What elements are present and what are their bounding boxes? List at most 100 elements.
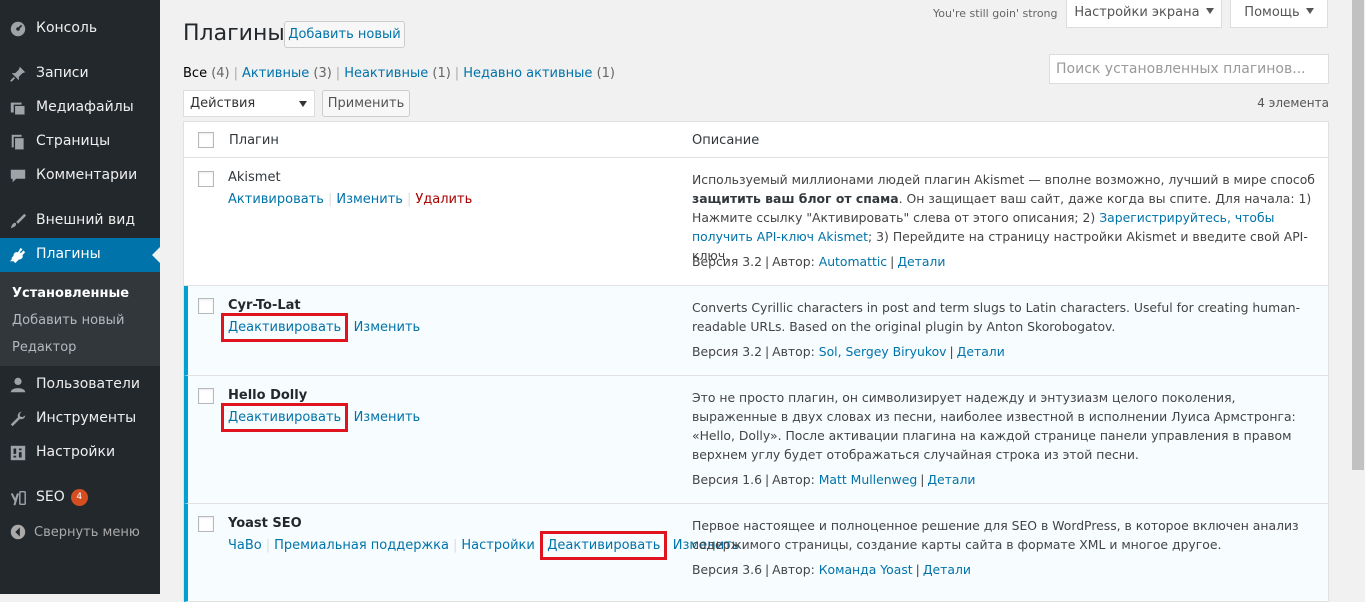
sidebar-item-label: Плагины (36, 246, 101, 262)
row-checkbox[interactable] (198, 298, 214, 314)
author-link[interactable]: Команда Yoast (819, 562, 913, 577)
table-row: Hello Dolly Деактивировать|Изменить Это … (184, 376, 1328, 504)
chevron-down-icon (1305, 8, 1314, 14)
delete-link[interactable]: Удалить (415, 192, 472, 207)
settings-icon (9, 444, 27, 462)
apply-button[interactable]: Применить (322, 90, 410, 117)
plugins-table: Плагин Описание Akismet Активировать | Изм… (183, 121, 1329, 602)
column-header-plugin: Плагин (229, 133, 279, 148)
select-all-checkbox[interactable] (198, 132, 214, 148)
sidebar-item-seo[interactable]: SEO 4 (0, 481, 160, 515)
settings-link[interactable]: Настройки (461, 538, 534, 553)
details-link[interactable]: Детали (927, 472, 975, 487)
sidebar-item-users[interactable]: Пользователи (0, 368, 160, 402)
row-checkbox[interactable] (198, 388, 214, 404)
filter-inactive[interactable]: Неактивные (1) (344, 66, 451, 81)
edit-link[interactable]: Изменить (336, 192, 403, 207)
chevron-down-icon (299, 101, 307, 107)
plugin-status-filters: Все (4) | Активные (3) | Неактивные (1) | Неда… (183, 66, 615, 81)
row-checkbox[interactable] (198, 171, 214, 187)
sidebar-item-label: Записи (36, 65, 89, 81)
author-link[interactable]: Sol, Sergey Biryukov (819, 344, 947, 359)
table-row: Yoast SEO ЧаВо | Премиальная поддержка | Нас… (184, 504, 1328, 602)
plugin-meta: Версия 3.2 | Автор: Sol, Sergey Biryukov | Д… (692, 344, 1005, 359)
filter-active[interactable]: Активные (3) (242, 66, 332, 81)
yoast-icon (9, 489, 27, 507)
sidebar-item-label: Медиафайлы (36, 99, 134, 115)
deactivate-link[interactable]: Деактивировать (220, 403, 349, 432)
plugin-name: Akismet (228, 170, 281, 185)
add-new-plugin-button[interactable]: Добавить новый (284, 21, 405, 48)
hello-dolly-tagline: You're still goin' strong (933, 7, 1058, 20)
table-row: Akismet Активировать | Изменить | Удалить Ис… (184, 158, 1328, 286)
sidebar-item-media[interactable]: Медиафайлы (0, 91, 160, 125)
collapse-label: Свернуть меню (34, 525, 140, 540)
plugin-name: Hello Dolly (228, 388, 308, 403)
plugin-description: Используемый миллионами людей плагин Aki… (692, 172, 1315, 263)
chevron-down-icon (1205, 8, 1214, 14)
dashboard-icon (9, 20, 27, 38)
submenu-installed[interactable]: Установленные (12, 286, 129, 301)
sidebar-item-label: Страницы (36, 133, 111, 149)
submenu-add-new[interactable]: Добавить новый (12, 313, 124, 328)
filter-all[interactable]: Все (4) (183, 66, 230, 81)
plugins-submenu: Установленные Добавить новый Редактор (0, 272, 160, 366)
plugin-name: Yoast SEO (228, 516, 302, 531)
page-scrollbar[interactable] (1351, 0, 1365, 594)
brush-icon (9, 212, 27, 230)
sidebar-item-posts[interactable]: Записи (0, 57, 160, 91)
sidebar-item-settings[interactable]: Настройки (0, 436, 160, 470)
sidebar-item-tools[interactable]: Инструменты (0, 402, 160, 436)
table-header: Плагин Описание (184, 122, 1328, 158)
sidebar-item-label: Настройки (36, 444, 116, 460)
edit-link[interactable]: Изменить (354, 410, 421, 425)
sidebar-item-comments[interactable]: Комментарии (0, 159, 160, 193)
plugin-description: Это не просто плагин, он символизирует н… (692, 390, 1296, 462)
search-plugins-input[interactable] (1049, 54, 1329, 84)
activate-link[interactable]: Активировать (228, 192, 324, 207)
row-actions: Деактивировать|Изменить (220, 403, 421, 432)
collapse-arrow-icon (9, 523, 27, 541)
row-checkbox[interactable] (198, 516, 214, 532)
row-actions: ЧаВо | Премиальная поддержка | Настройки | Деа… (228, 531, 740, 560)
column-header-description: Описание (692, 133, 760, 148)
scrollbar-thumb[interactable] (1352, 0, 1364, 470)
sidebar-item-label: Пользователи (36, 376, 140, 392)
deactivate-link[interactable]: Деактивировать (220, 313, 349, 342)
sidebar-item-plugins[interactable]: Плагины (0, 238, 160, 272)
author-link[interactable]: Matt Mullenweg (819, 472, 917, 487)
row-actions: Деактивировать|Изменить (220, 313, 421, 342)
help-button[interactable]: Помощь (1230, 0, 1328, 28)
pages-icon (9, 133, 27, 151)
details-link[interactable]: Детали (923, 562, 971, 577)
bulk-actions-select[interactable]: Действия (183, 90, 315, 117)
plugin-name: Cyr-To-Lat (228, 298, 301, 313)
details-link[interactable]: Детали (957, 344, 1005, 359)
sidebar-item-label: Комментарии (36, 167, 138, 183)
sidebar-item-appearance[interactable]: Внешний вид (0, 204, 160, 238)
page-title: Плагины (183, 21, 285, 46)
submenu-editor[interactable]: Редактор (12, 340, 76, 355)
author-link[interactable]: Automattic (819, 254, 887, 269)
collapse-menu-button[interactable]: Свернуть меню (0, 515, 160, 549)
faq-link[interactable]: ЧаВо (228, 538, 262, 553)
wrench-icon (9, 410, 27, 428)
screen-options-button[interactable]: Настройки экрана (1066, 0, 1222, 28)
plugin-icon (9, 246, 27, 264)
pin-icon (9, 65, 27, 83)
admin-sidebar: Консоль Записи Медиафайлы Страницы Комме… (0, 0, 160, 594)
details-link[interactable]: Детали (897, 254, 945, 269)
sidebar-item-dashboard[interactable]: Консоль (0, 12, 160, 46)
media-icon (9, 99, 27, 117)
items-count: 4 элемента (1257, 96, 1329, 110)
update-count-badge: 4 (70, 489, 88, 506)
users-icon (9, 376, 27, 394)
plugin-meta: Версия 1.6 | Автор: Matt Mullenweg | Детали (692, 472, 976, 487)
sidebar-item-pages[interactable]: Страницы (0, 125, 160, 159)
plugin-description: Первое настоящее и полноценное решение д… (692, 518, 1299, 552)
filter-recently-active[interactable]: Недавно активные (1) (463, 66, 615, 81)
premium-support-link[interactable]: Премиальная поддержка (274, 538, 449, 553)
deactivate-link[interactable]: Деактивировать (540, 531, 668, 560)
sidebar-item-label: SEO 4 (36, 489, 88, 506)
edit-link[interactable]: Изменить (354, 320, 421, 335)
